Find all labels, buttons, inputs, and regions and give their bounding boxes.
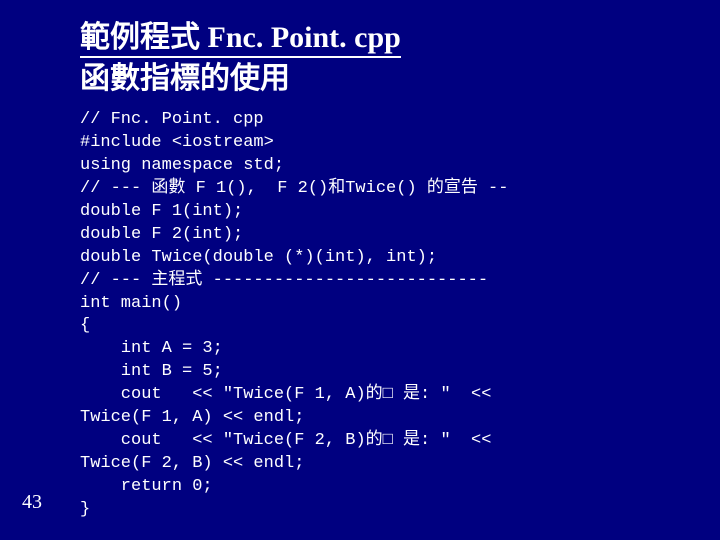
slide: 範例程式 Fnc. Point. cpp 函數指標的使用 // Fnc. Poi… bbox=[0, 0, 720, 540]
title-text-2: 函數指標的使用 bbox=[80, 62, 290, 95]
code-line: int main() bbox=[80, 294, 182, 313]
code-line: // --- 函數 F 1(), F 2()和Twice() 的宣告 -- bbox=[80, 179, 508, 198]
code-line: // --- 主程式 --------------------------- bbox=[80, 271, 488, 290]
code-line: cout << "Twice(F 1, A)的□ 是: " << bbox=[80, 385, 491, 404]
title-line-2: 函數指標的使用 bbox=[80, 59, 680, 100]
page-number: 43 bbox=[22, 491, 42, 514]
code-line: double Twice(double (*)(int), int); bbox=[80, 248, 437, 267]
title-block: 範例程式 Fnc. Point. cpp 函數指標的使用 bbox=[80, 18, 680, 99]
title-text-1: 範例程式 Fnc. Point. cpp bbox=[80, 21, 401, 58]
code-line: using namespace std; bbox=[80, 156, 284, 175]
code-line: { bbox=[80, 316, 90, 335]
code-block: // Fnc. Point. cpp #include <iostream> u… bbox=[80, 109, 720, 522]
code-line: return 0; bbox=[80, 477, 213, 496]
code-line: #include <iostream> bbox=[80, 133, 274, 152]
code-line: cout << "Twice(F 2, B)的□ 是: " << bbox=[80, 431, 491, 450]
code-line: double F 2(int); bbox=[80, 225, 243, 244]
code-line: Twice(F 1, A) << endl; bbox=[80, 408, 304, 427]
title-line-1: 範例程式 Fnc. Point. cpp bbox=[80, 18, 680, 59]
code-line: int A = 3; bbox=[80, 339, 223, 358]
code-line: double F 1(int); bbox=[80, 202, 243, 221]
code-line: } bbox=[80, 500, 90, 519]
code-line: Twice(F 2, B) << endl; bbox=[80, 454, 304, 473]
code-line: // Fnc. Point. cpp bbox=[80, 110, 264, 129]
code-line: int B = 5; bbox=[80, 362, 223, 381]
